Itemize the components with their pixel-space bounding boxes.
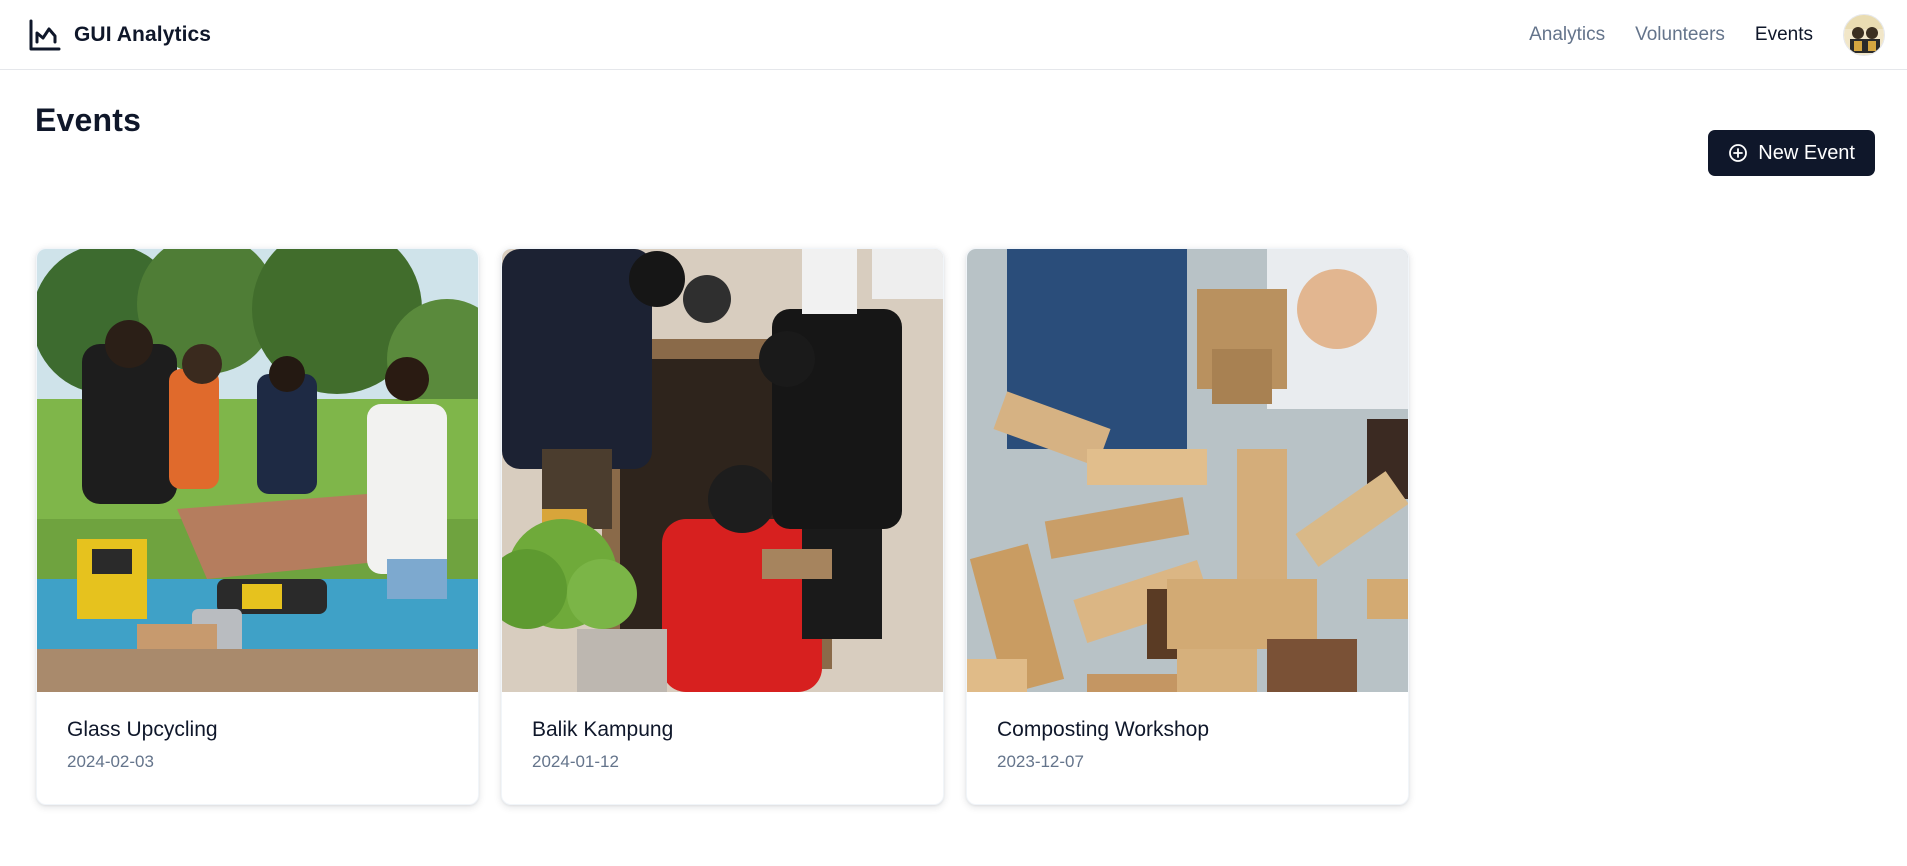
event-photo [967,249,1408,692]
nav-link-analytics[interactable]: Analytics [1529,24,1605,46]
nav-link-volunteers[interactable]: Volunteers [1635,24,1725,46]
event-date: 2023-12-07 [997,752,1084,771]
page-title: Events [35,102,142,138]
app-name: GUI Analytics [74,22,212,46]
plus-circle-icon [1729,144,1748,162]
user-avatar[interactable] [1843,13,1885,56]
event-date: 2024-01-12 [532,752,619,771]
page-header: Events New Event [0,70,1907,176]
new-event-label: New Event [1758,141,1855,164]
chart-line-icon [29,19,61,50]
event-title: Balik Kampung [532,718,674,741]
event-card[interactable]: Composting Workshop 2023-12-07 [966,248,1409,805]
event-list: Glass Upcycling 2024-02-03 Balik Kampung… [0,176,1907,805]
event-title: Glass Upcycling [67,718,218,741]
event-photo [37,249,478,692]
main-nav: Analytics Volunteers Events [1499,13,1885,56]
event-date: 2024-02-03 [67,752,154,771]
event-card[interactable]: Glass Upcycling 2024-02-03 [36,248,479,805]
event-card[interactable]: Balik Kampung 2024-01-12 [501,248,944,805]
nav-link-events[interactable]: Events [1755,24,1813,46]
new-event-button[interactable]: New Event [1708,130,1875,176]
top-nav-bar: GUI Analytics Analytics Volunteers Event… [0,0,1907,70]
event-title: Composting Workshop [997,718,1210,741]
brand[interactable]: GUI Analytics [28,18,211,52]
event-photo [502,249,943,692]
